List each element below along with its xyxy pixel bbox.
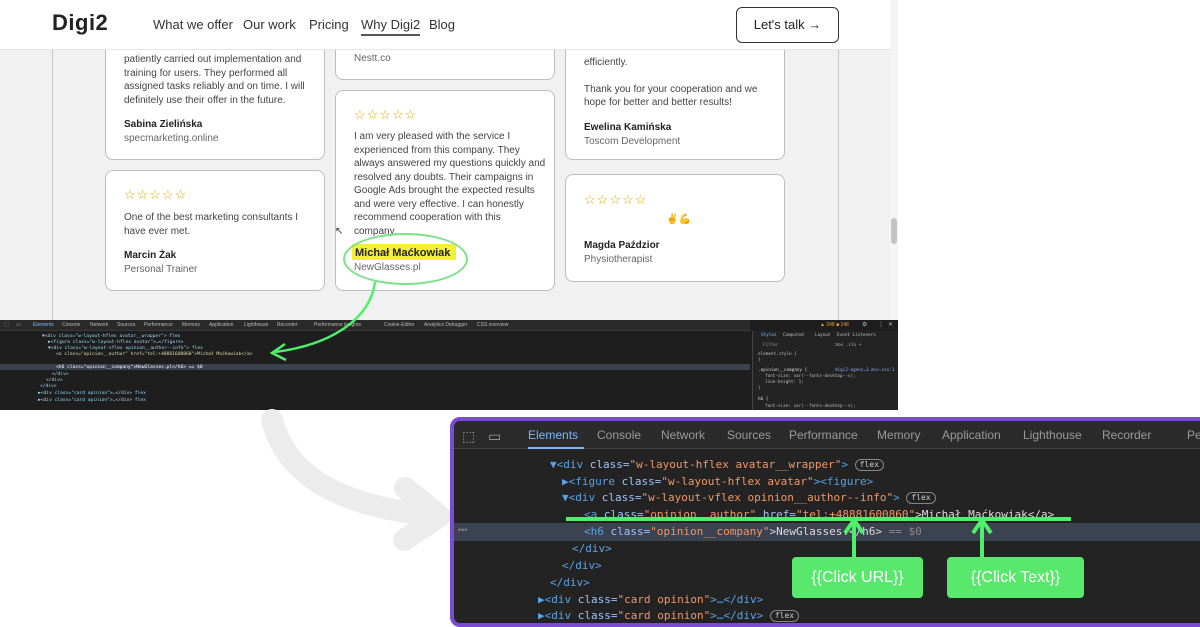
devtools-zoomed: ⬚ ▭ Elements Console Network Sources Per…	[450, 417, 1200, 627]
click-text-variable-label: {{Click Text}}	[947, 557, 1084, 598]
click-url-variable-label: {{Click URL}}	[792, 557, 923, 598]
green-arrow-line	[274, 281, 377, 354]
